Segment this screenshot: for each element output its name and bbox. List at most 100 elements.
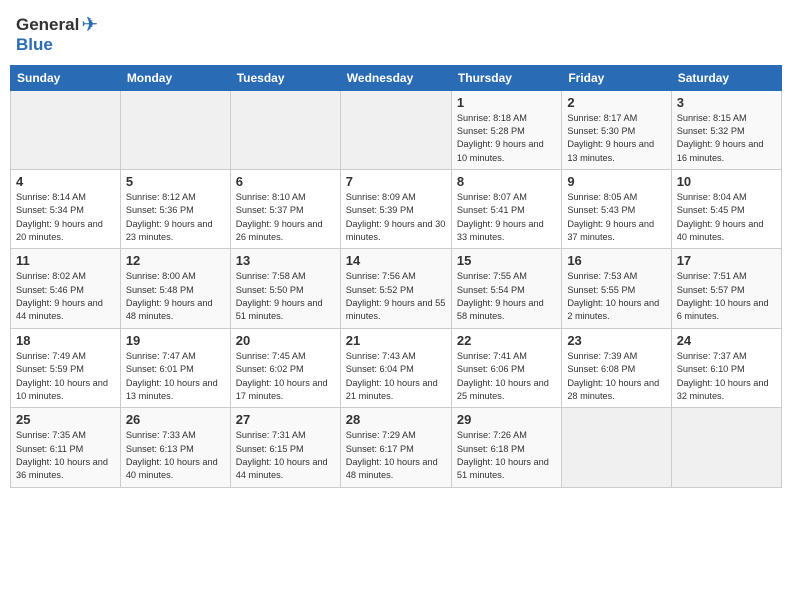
calendar-cell: 22Sunrise: 7:41 AM Sunset: 6:06 PM Dayli… [451, 328, 561, 407]
calendar-cell [562, 408, 671, 487]
calendar-cell: 21 Sunrise: 7:43 AM Sunset: 6:04 PM Dayli… [340, 328, 451, 407]
calendar-cell: 5 Sunrise: 8:12 AM Sunset: 5:36 PM Daylig… [120, 170, 230, 249]
day-info: Sunrise: 7:29 AM Sunset: 6:17 PM Dayligh… [346, 429, 446, 482]
calendar-cell: 14 Sunrise: 7:56 AM Sunset: 5:52 PM Dayli… [340, 249, 451, 328]
day-info: Sunrise: 8:12 AM Sunset: 5:36 PM Dayligh… [126, 191, 225, 244]
calendar-cell: 25 Sunrise: 7:35 AM Sunset: 6:11 PM Dayli… [11, 408, 121, 487]
day-info: Sunrise: 7:45 AM Sunset: 6:02 PM Dayligh… [236, 350, 335, 403]
day-info: Sunrise: 8:15 AM Sunset: 5:32 PM Dayligh… [677, 112, 776, 165]
day-number: 15 [457, 253, 556, 268]
day-number: 2 [567, 95, 665, 110]
logo-blue-text: Blue [16, 36, 98, 55]
day-info: Sunrise: 8:04 AM Sunset: 5:45 PM Dayligh… [677, 191, 776, 244]
day-number: 9 [567, 174, 665, 189]
calendar-week-4: 18 Sunrise: 7:49 AM Sunset: 5:59 PM Dayli… [11, 328, 782, 407]
day-number: 3 [677, 95, 776, 110]
day-header-friday: Friday [562, 65, 671, 90]
calendar-cell [120, 90, 230, 169]
day-header-monday: Monday [120, 65, 230, 90]
day-info: Sunrise: 8:17 AM Sunset: 5:30 PM Dayligh… [567, 112, 665, 165]
calendar-cell: 17Sunrise: 7:51 AM Sunset: 5:57 PM Dayli… [671, 249, 781, 328]
day-info: Sunrise: 7:43 AM Sunset: 6:04 PM Dayligh… [346, 350, 446, 403]
day-number: 14 [346, 253, 446, 268]
calendar-cell: 2 Sunrise: 8:17 AM Sunset: 5:30 PM Daylig… [562, 90, 671, 169]
day-number: 13 [236, 253, 335, 268]
logo-bird-icon: ✈ [81, 14, 98, 36]
day-info: Sunrise: 7:37 AM Sunset: 6:10 PM Dayligh… [677, 350, 776, 403]
day-info: Sunrise: 8:09 AM Sunset: 5:39 PM Dayligh… [346, 191, 446, 244]
day-number: 22 [457, 333, 556, 348]
day-info: Sunrise: 8:05 AM Sunset: 5:43 PM Dayligh… [567, 191, 665, 244]
day-info: Sunrise: 7:51 AM Sunset: 5:57 PM Dayligh… [677, 270, 776, 323]
calendar-cell: 10 Sunrise: 8:04 AM Sunset: 5:45 PM Dayli… [671, 170, 781, 249]
day-header-sunday: Sunday [11, 65, 121, 90]
day-info: Sunrise: 7:47 AM Sunset: 6:01 PM Dayligh… [126, 350, 225, 403]
day-info: Sunrise: 7:58 AM Sunset: 5:50 PM Dayligh… [236, 270, 335, 323]
day-info: Sunrise: 7:35 AM Sunset: 6:11 PM Dayligh… [16, 429, 115, 482]
day-number: 21 [346, 333, 446, 348]
day-number: 4 [16, 174, 115, 189]
calendar-cell: 9 Sunrise: 8:05 AM Sunset: 5:43 PM Daylig… [562, 170, 671, 249]
day-number: 12 [126, 253, 225, 268]
calendar-cell: 19 Sunrise: 7:47 AM Sunset: 6:01 PM Dayli… [120, 328, 230, 407]
calendar-cell: 29 Sunrise: 7:26 AM Sunset: 6:18 PM Dayli… [451, 408, 561, 487]
day-number: 23 [567, 333, 665, 348]
calendar-cell: 8 Sunrise: 8:07 AM Sunset: 5:41 PM Daylig… [451, 170, 561, 249]
calendar-cell: 18 Sunrise: 7:49 AM Sunset: 5:59 PM Dayli… [11, 328, 121, 407]
day-number: 24 [677, 333, 776, 348]
logo-container: General ✈ Blue [16, 14, 98, 55]
day-info: Sunrise: 8:10 AM Sunset: 5:37 PM Dayligh… [236, 191, 335, 244]
calendar-cell: 12 Sunrise: 8:00 AM Sunset: 5:48 PM Dayli… [120, 249, 230, 328]
calendar-cell: 23 Sunrise: 7:39 AM Sunset: 6:08 PM Dayli… [562, 328, 671, 407]
calendar-cell: 24 Sunrise: 7:37 AM Sunset: 6:10 PM Dayli… [671, 328, 781, 407]
calendar-table: SundayMondayTuesdayWednesdayThursdayFrid… [10, 65, 782, 488]
day-info: Sunrise: 8:00 AM Sunset: 5:48 PM Dayligh… [126, 270, 225, 323]
day-number: 10 [677, 174, 776, 189]
day-number: 16 [567, 253, 665, 268]
day-info: Sunrise: 7:53 AM Sunset: 5:55 PM Dayligh… [567, 270, 665, 323]
day-info: Sunrise: 7:56 AM Sunset: 5:52 PM Dayligh… [346, 270, 446, 323]
calendar-cell: 4Sunrise: 8:14 AM Sunset: 5:34 PM Daylig… [11, 170, 121, 249]
day-info: Sunrise: 7:49 AM Sunset: 5:59 PM Dayligh… [16, 350, 115, 403]
day-info: Sunrise: 8:07 AM Sunset: 5:41 PM Dayligh… [457, 191, 556, 244]
day-info: Sunrise: 7:26 AM Sunset: 6:18 PM Dayligh… [457, 429, 556, 482]
day-number: 20 [236, 333, 335, 348]
calendar-cell: 11Sunrise: 8:02 AM Sunset: 5:46 PM Dayli… [11, 249, 121, 328]
calendar-cell: 1 Sunrise: 8:18 AM Sunset: 5:28 PM Daylig… [451, 90, 561, 169]
calendar-week-5: 25 Sunrise: 7:35 AM Sunset: 6:11 PM Dayli… [11, 408, 782, 487]
day-info: Sunrise: 8:18 AM Sunset: 5:28 PM Dayligh… [457, 112, 556, 165]
day-header-tuesday: Tuesday [230, 65, 340, 90]
day-info: Sunrise: 8:02 AM Sunset: 5:46 PM Dayligh… [16, 270, 115, 323]
day-info: Sunrise: 7:39 AM Sunset: 6:08 PM Dayligh… [567, 350, 665, 403]
day-info: Sunrise: 7:55 AM Sunset: 5:54 PM Dayligh… [457, 270, 556, 323]
day-number: 5 [126, 174, 225, 189]
calendar-cell: 3 Sunrise: 8:15 AM Sunset: 5:32 PM Daylig… [671, 90, 781, 169]
day-number: 8 [457, 174, 556, 189]
day-number: 25 [16, 412, 115, 427]
calendar-cell: 20 Sunrise: 7:45 AM Sunset: 6:02 PM Dayli… [230, 328, 340, 407]
calendar-cell: 26Sunrise: 7:33 AM Sunset: 6:13 PM Dayli… [120, 408, 230, 487]
calendar-cell: 15 Sunrise: 7:55 AM Sunset: 5:54 PM Dayli… [451, 249, 561, 328]
day-number: 19 [126, 333, 225, 348]
day-info: Sunrise: 7:33 AM Sunset: 6:13 PM Dayligh… [126, 429, 225, 482]
calendar-cell: 27 Sunrise: 7:31 AM Sunset: 6:15 PM Dayli… [230, 408, 340, 487]
day-number: 29 [457, 412, 556, 427]
calendar-cell: 28 Sunrise: 7:29 AM Sunset: 6:17 PM Dayli… [340, 408, 451, 487]
calendar-cell [671, 408, 781, 487]
day-header-wednesday: Wednesday [340, 65, 451, 90]
day-number: 27 [236, 412, 335, 427]
calendar-cell [340, 90, 451, 169]
logo: General ✈ Blue [16, 14, 98, 55]
day-header-thursday: Thursday [451, 65, 561, 90]
calendar-header-row: SundayMondayTuesdayWednesdayThursdayFrid… [11, 65, 782, 90]
day-number: 1 [457, 95, 556, 110]
day-number: 28 [346, 412, 446, 427]
day-number: 18 [16, 333, 115, 348]
calendar-cell [230, 90, 340, 169]
calendar-cell: 13 Sunrise: 7:58 AM Sunset: 5:50 PM Dayli… [230, 249, 340, 328]
logo-general-text: General [16, 16, 79, 35]
calendar-week-2: 4Sunrise: 8:14 AM Sunset: 5:34 PM Daylig… [11, 170, 782, 249]
calendar-cell [11, 90, 121, 169]
calendar-cell: 7Sunrise: 8:09 AM Sunset: 5:39 PM Daylig… [340, 170, 451, 249]
day-info: Sunrise: 7:31 AM Sunset: 6:15 PM Dayligh… [236, 429, 335, 482]
